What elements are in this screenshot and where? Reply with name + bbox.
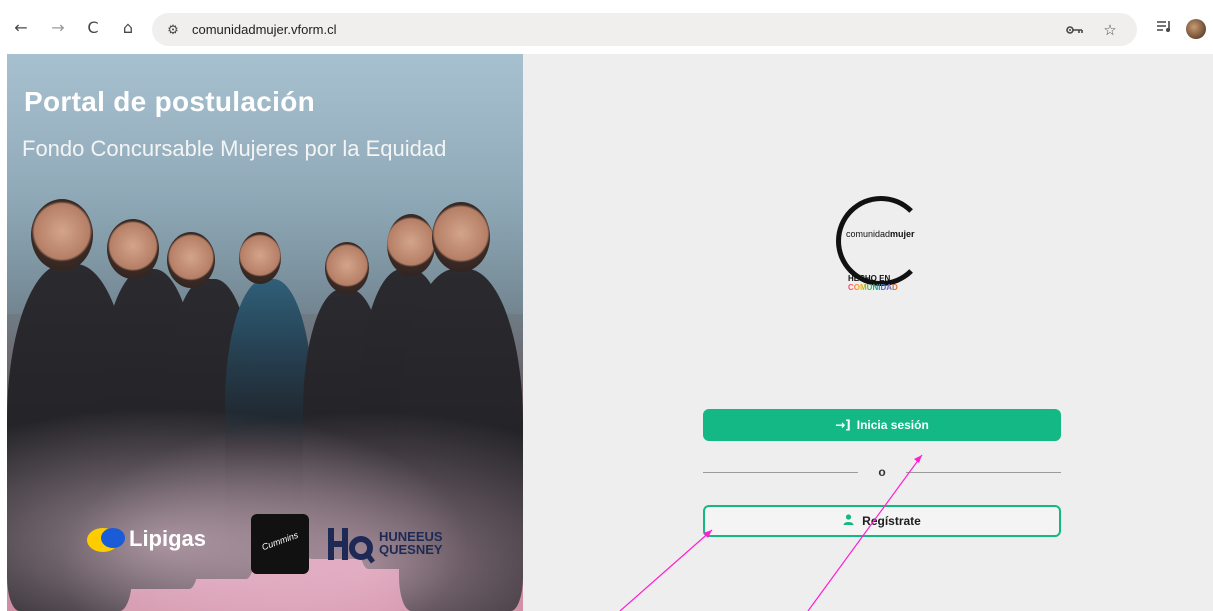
water-spray xyxy=(7,384,523,611)
login-button[interactable]: →] Inicia sesión xyxy=(703,409,1061,441)
hero-person-head xyxy=(432,202,490,272)
url-text[interactable]: comunidadmujer.vform.cl xyxy=(192,22,337,37)
register-button[interactable]: Regístrate xyxy=(703,505,1061,537)
hero-person-head xyxy=(387,214,435,276)
logo-text-light: comunidad xyxy=(846,229,891,239)
home-icon[interactable]: ⌂ xyxy=(117,16,139,38)
hq-logo-icon xyxy=(327,526,375,564)
page-subtitle: Fondo Concursable Mujeres por la Equidad xyxy=(22,136,447,161)
divider-text: o xyxy=(878,465,886,479)
forward-icon[interactable]: → xyxy=(47,16,69,38)
login-label: Inicia sesión xyxy=(856,418,929,432)
address-bar[interactable]: ⚙ comunidadmujer.vform.cl ☆ xyxy=(152,13,1137,46)
site-settings-icon[interactable]: ⚙ xyxy=(164,21,182,39)
reload-icon[interactable]: C xyxy=(82,16,104,38)
profile-avatar[interactable] xyxy=(1186,19,1206,39)
divider-line-right xyxy=(906,472,1061,473)
lipigas-drop-icon xyxy=(85,524,127,554)
reading-list-icon[interactable] xyxy=(1153,15,1175,37)
login-icon: →] xyxy=(835,418,851,432)
logo-text-bold: mujer xyxy=(890,229,915,239)
hq-line-2: QUESNEY xyxy=(379,542,443,557)
cummins-text: Cummins xyxy=(260,529,300,553)
hero-image-panel: Portal de postulación Fondo Concursable … xyxy=(7,54,523,611)
tagline-line-1: HECHO EN xyxy=(848,274,891,283)
hero-person-head xyxy=(239,232,281,284)
back-icon[interactable]: ← xyxy=(10,16,32,38)
user-icon xyxy=(843,514,854,528)
bookmark-star-icon[interactable]: ☆ xyxy=(1100,20,1120,40)
logo-tagline: HECHO EN COMUNIDAD xyxy=(848,274,898,292)
hero-person-head xyxy=(325,242,369,294)
hero-person-head xyxy=(31,199,93,271)
lipigas-text: Lipigas xyxy=(129,526,207,551)
browser-toolbar: ← → C ⌂ ⚙ comunidadmujer.vform.cl ☆ xyxy=(0,0,1213,52)
tagline-line-2: COMUNIDAD xyxy=(848,283,898,292)
cummins-logo: Cummins xyxy=(251,514,309,574)
hero-person-head xyxy=(107,219,159,279)
logo-ring-icon xyxy=(836,196,926,286)
lipigas-logo: Lipigas xyxy=(85,524,206,554)
hq-company-name: HUNEEUS QUESNEY xyxy=(379,530,443,556)
page-title: Portal de postulación xyxy=(24,86,316,117)
key-icon[interactable] xyxy=(1065,20,1085,40)
logo-wordmark: comunidadmujer xyxy=(846,229,915,239)
register-label: Regístrate xyxy=(862,514,921,528)
divider-line-left xyxy=(703,472,858,473)
hero-person-head xyxy=(167,232,215,288)
